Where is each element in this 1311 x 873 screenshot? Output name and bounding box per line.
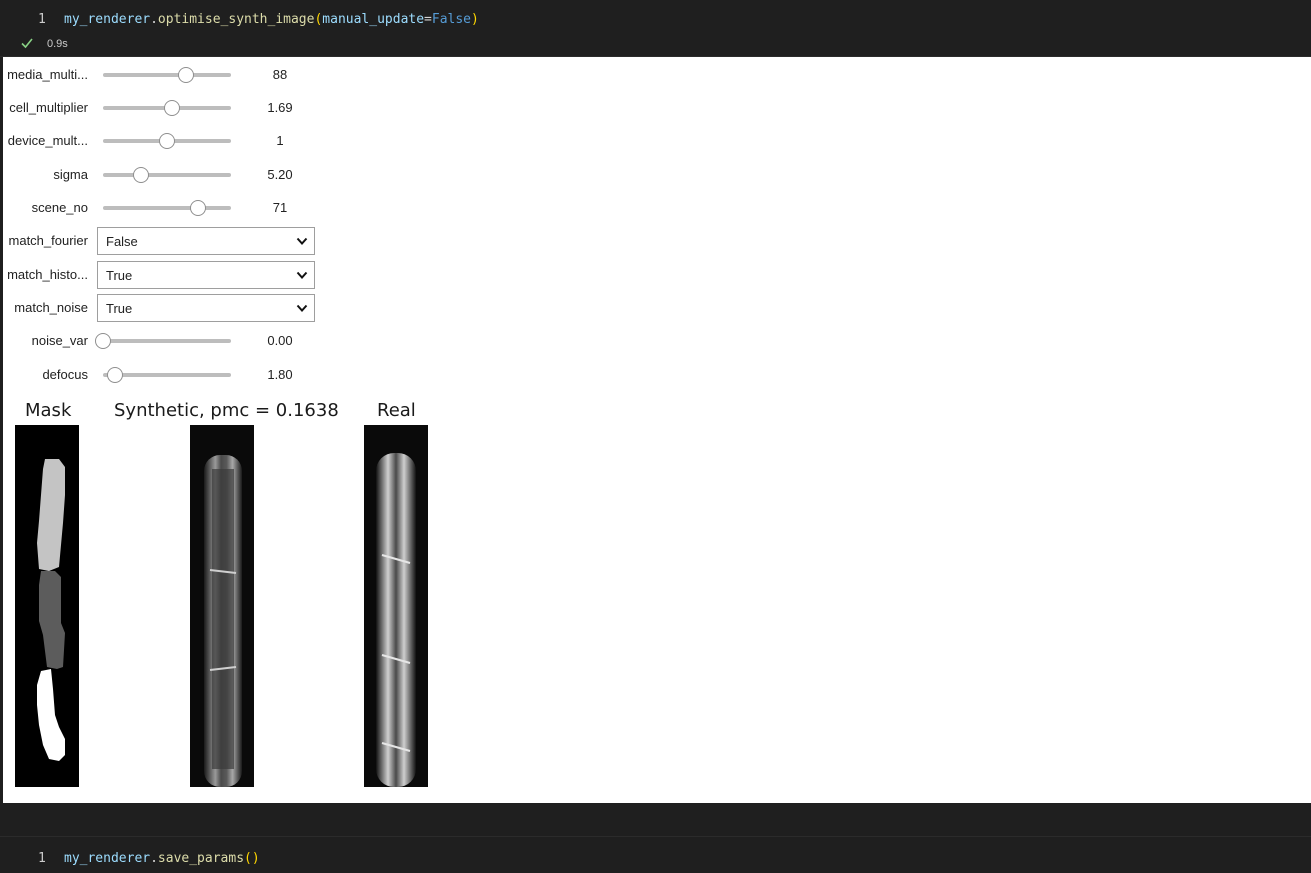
cell-output: media_multi... 88 cell_multiplier 1.69 d… <box>3 57 1311 803</box>
slider-handle[interactable] <box>164 100 181 116</box>
slider-device-multiplier[interactable]: device_mult... 1 <box>3 125 333 155</box>
slider-value: 1.80 <box>267 367 293 382</box>
code-close-paren: ) <box>471 12 479 27</box>
chevron-down-icon <box>296 237 308 245</box>
mask-title: Mask <box>25 400 72 421</box>
code-open-paren: ( <box>244 851 252 866</box>
code-param: manual_update <box>322 12 425 27</box>
slider-track[interactable] <box>103 173 231 177</box>
code-dot: . <box>150 12 158 27</box>
slider-handle[interactable] <box>95 333 111 349</box>
slider-sigma[interactable]: sigma 5.20 <box>3 159 333 189</box>
line-number: 1 <box>38 12 46 27</box>
chevron-down-icon <box>296 304 308 312</box>
slider-track[interactable] <box>103 339 231 343</box>
code-object: my_renderer <box>64 851 151 866</box>
dropdown-label: match_noise <box>14 300 88 315</box>
line-number: 1 <box>38 851 46 866</box>
slider-defocus[interactable]: defocus 1.80 <box>3 359 333 389</box>
code-value: False <box>431 12 472 27</box>
slider-media-multiplier[interactable]: media_multi... 88 <box>3 59 333 89</box>
slider-label: scene_no <box>31 200 88 215</box>
dropdown-match-fourier: match_fourier False <box>3 225 333 255</box>
slider-handle[interactable] <box>159 133 175 149</box>
dropdown-value: True <box>106 301 133 316</box>
real-image <box>364 425 428 787</box>
slider-handle[interactable] <box>189 200 206 216</box>
code-cell-2[interactable]: 1 my_renderer.save_params() <box>0 836 1311 873</box>
dropdown-label: match_fourier <box>8 233 88 248</box>
real-title: Real <box>377 400 416 421</box>
dropdown-value: False <box>106 234 138 249</box>
slider-label: sigma <box>53 167 88 182</box>
dropdown-match-histogram: match_histo... True <box>3 259 333 289</box>
slider-label: device_mult... <box>7 133 88 148</box>
synthetic-image <box>190 425 254 787</box>
slider-noise-var[interactable]: noise_var 0.00 <box>3 325 333 355</box>
slider-handle[interactable] <box>106 367 123 383</box>
slider-value: 88 <box>272 67 288 82</box>
dropdown-select[interactable]: False <box>97 227 315 255</box>
code-dot: . <box>150 851 158 866</box>
code-method: optimise_synth_image <box>157 12 315 27</box>
dropdown-match-noise: match_noise True <box>3 292 333 322</box>
code-close-paren: ) <box>251 851 260 866</box>
dropdown-label: match_histo... <box>7 267 88 282</box>
code-line[interactable]: my_renderer.save_params() <box>64 851 260 866</box>
chevron-down-icon <box>296 271 308 279</box>
slider-handle[interactable] <box>178 67 195 83</box>
slider-value: 71 <box>272 200 288 215</box>
code-cell-1[interactable]: 1 my_renderer.optimise_synth_image(manua… <box>0 0 1311 57</box>
dropdown-value: True <box>106 268 133 283</box>
dropdown-select[interactable]: True <box>97 294 315 322</box>
code-method: save_params <box>157 851 245 866</box>
slider-label: noise_var <box>31 333 88 348</box>
slider-track[interactable] <box>103 206 231 210</box>
slider-cell-multiplier[interactable]: cell_multiplier 1.69 <box>3 92 333 122</box>
slider-value: 1 <box>276 133 284 148</box>
code-equals: = <box>424 12 432 27</box>
slider-track[interactable] <box>103 73 231 77</box>
slider-value: 0.00 <box>267 333 293 348</box>
execution-time: 0.9s <box>47 38 68 50</box>
slider-value: 1.69 <box>267 100 293 115</box>
slider-label: cell_multiplier <box>9 100 88 115</box>
slider-label: media_multi... <box>7 67 88 82</box>
dropdown-select[interactable]: True <box>97 261 315 289</box>
code-line[interactable]: my_renderer.optimise_synth_image(manual_… <box>64 12 479 27</box>
code-object: my_renderer <box>64 12 151 27</box>
slider-handle[interactable] <box>133 167 150 183</box>
check-icon <box>21 38 33 49</box>
synthetic-title: Synthetic, pmc = 0.1638 <box>114 400 339 421</box>
mask-image <box>15 425 79 787</box>
slider-label: defocus <box>42 367 88 382</box>
slider-scene-no[interactable]: scene_no 71 <box>3 192 333 222</box>
slider-value: 5.20 <box>267 167 293 182</box>
